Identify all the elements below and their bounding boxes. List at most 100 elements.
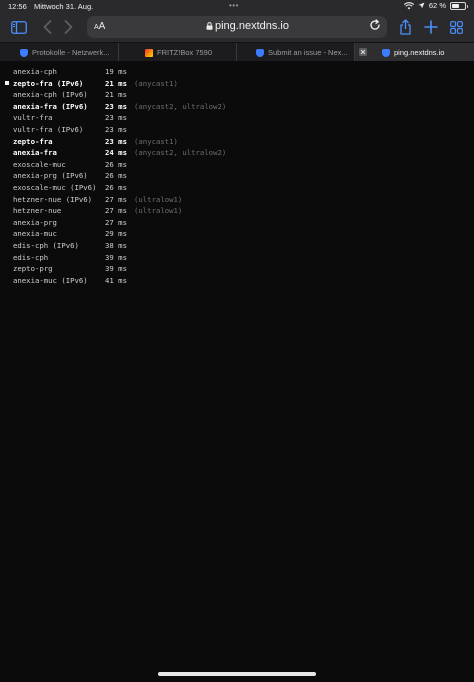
result-latency: 23 ms: [105, 113, 127, 123]
nextdns-shield-icon: [20, 48, 28, 57]
result-note: (anycast2, ultralow2): [134, 148, 227, 158]
address-bar[interactable]: AA ping.nextdns.io: [87, 16, 387, 38]
result-latency: 39 ms: [105, 264, 127, 274]
result-note: (anycast2, ultralow2): [134, 101, 227, 111]
result-host: zepto-fra (IPv6): [13, 78, 84, 88]
result-latency: 27 ms: [105, 206, 127, 216]
result-host: edis-cph: [13, 252, 49, 262]
sidebar-icon[interactable]: [9, 17, 29, 37]
result-latency: 27 ms: [105, 217, 127, 227]
result-note: (anycast1): [134, 78, 178, 88]
home-indicator[interactable]: [158, 672, 316, 676]
result-row: hetzner-nue (IPv6) 27 ms (ultralow1): [0, 194, 474, 205]
tab-protokolle[interactable]: Protokolle - Netzwerk...: [0, 43, 119, 62]
result-row: zepto-fra 23 ms (anycast1): [0, 136, 474, 147]
fritzbox-icon: [145, 48, 153, 57]
reload-icon[interactable]: [369, 19, 381, 34]
location-icon: [418, 2, 425, 9]
tab-title: Protokolle - Netzwerk...: [32, 48, 110, 57]
result-row: hetzner-nue 27 ms (ultralow1): [0, 205, 474, 216]
tab-overview-icon[interactable]: [446, 17, 466, 37]
result-host: anexia-muc (IPv6): [13, 275, 88, 285]
forward-icon[interactable]: [58, 17, 78, 37]
nextdns-shield-icon: [256, 48, 264, 57]
lock-icon: [206, 22, 213, 32]
result-row: edis-cph (IPv6) 38 ms: [0, 240, 474, 251]
result-row: vultr-fra 23 ms: [0, 112, 474, 123]
result-host: hetzner-nue (IPv6): [13, 194, 93, 204]
browser-toolbar: AA ping.nextdns.io: [0, 13, 474, 42]
tab-submit-issue[interactable]: Submit an issue - Nex...: [237, 43, 355, 62]
close-tab-icon[interactable]: [359, 48, 367, 58]
result-row: exoscale-muc 26 ms: [0, 159, 474, 170]
result-host: anexia-muc: [13, 229, 57, 239]
result-host: anexia-cph: [13, 67, 57, 76]
ping-results: anexia-cph 19 ms zepto-fra (IPv6) 21 ms (any…: [0, 61, 474, 682]
back-icon[interactable]: [37, 17, 57, 37]
result-host: anexia-prg (IPv6): [13, 171, 88, 181]
result-latency: 26 ms: [105, 171, 127, 181]
tab-title: Submit an issue - Nex...: [268, 48, 348, 57]
result-row: anexia-muc 29 ms: [0, 228, 474, 239]
result-host: anexia-fra: [13, 148, 57, 158]
result-latency: 38 ms: [105, 241, 127, 250]
result-latency: 24 ms: [105, 148, 127, 158]
result-latency: 29 ms: [105, 229, 127, 239]
result-latency: 27 ms: [105, 194, 127, 204]
result-row: anexia-cph (IPv6) 21 ms: [0, 89, 474, 100]
result-row: zepto-prg 39 ms: [0, 263, 474, 274]
status-right: 62 %: [403, 1, 468, 10]
result-row: anexia-fra 24 ms (anycast2, ultralow2): [0, 147, 474, 158]
tab-title: ping.nextdns.io: [394, 48, 445, 57]
nextdns-shield-icon: [382, 48, 390, 57]
wifi-icon: [403, 1, 414, 9]
multitasking-dots[interactable]: •••: [229, 1, 239, 10]
result-host: anexia-fra (IPv6): [13, 101, 88, 111]
result-row: exoscale-muc (IPv6) 26 ms: [0, 182, 474, 193]
result-host: exoscale-muc: [13, 159, 66, 169]
result-row: edis-cph 39 ms: [0, 252, 474, 263]
result-note: (ultralow1): [134, 194, 183, 204]
current-server-marker: [5, 80, 9, 85]
result-row: anexia-prg (IPv6) 26 ms: [0, 170, 474, 181]
result-latency: 41 ms: [105, 275, 127, 285]
result-row: zepto-fra (IPv6) 21 ms (anycast1): [0, 78, 474, 89]
result-row: anexia-cph 19 ms: [0, 66, 474, 77]
status-bar: 12:56 Mittwoch 31. Aug. ••• 62 %: [0, 0, 474, 13]
tab-bar: Protokolle - Netzwerk... FRITZ!Box 7590 …: [0, 42, 474, 62]
text-size-button[interactable]: AA: [94, 21, 105, 32]
result-host: anexia-cph (IPv6): [13, 90, 88, 100]
result-host: exoscale-muc (IPv6): [13, 183, 97, 192]
battery-icon: [450, 1, 468, 10]
result-latency: 23 ms: [105, 101, 127, 111]
result-note: (ultralow1): [134, 206, 183, 216]
result-latency: 23 ms: [105, 136, 127, 146]
result-host: vultr-fra: [13, 113, 53, 123]
result-latency: 26 ms: [105, 159, 127, 169]
result-host: zepto-fra: [13, 136, 53, 146]
share-icon[interactable]: [395, 17, 415, 37]
status-time: 12:56: [8, 2, 27, 11]
tab-ping-nextdns[interactable]: ping.nextdns.io: [355, 43, 474, 62]
result-host: anexia-prg: [13, 217, 57, 227]
address-text: ping.nextdns.io: [215, 20, 289, 32]
result-host: vultr-fra (IPv6): [13, 125, 84, 134]
tab-title: FRITZ!Box 7590: [157, 48, 213, 57]
result-latency: 26 ms: [105, 183, 127, 192]
battery-level: [452, 3, 460, 8]
result-host: zepto-prg: [13, 264, 53, 274]
result-row: vultr-fra (IPv6) 23 ms: [0, 124, 474, 135]
tab-fritzbox[interactable]: FRITZ!Box 7590: [119, 43, 237, 62]
plus-icon[interactable]: [421, 17, 441, 37]
result-latency: 21 ms: [105, 90, 127, 100]
result-row: anexia-muc (IPv6) 41 ms: [0, 275, 474, 286]
result-host: edis-cph (IPv6): [13, 241, 79, 250]
result-latency: 39 ms: [105, 252, 127, 262]
result-latency: 23 ms: [105, 125, 127, 134]
battery-percent: 62 %: [428, 1, 446, 10]
result-row: anexia-fra (IPv6) 23 ms (anycast2, ultralo…: [0, 101, 474, 112]
status-date: Mittwoch 31. Aug.: [34, 2, 94, 11]
result-host: hetzner-nue: [13, 206, 62, 216]
result-row: anexia-prg 27 ms: [0, 217, 474, 228]
result-latency: 19 ms: [105, 67, 127, 76]
